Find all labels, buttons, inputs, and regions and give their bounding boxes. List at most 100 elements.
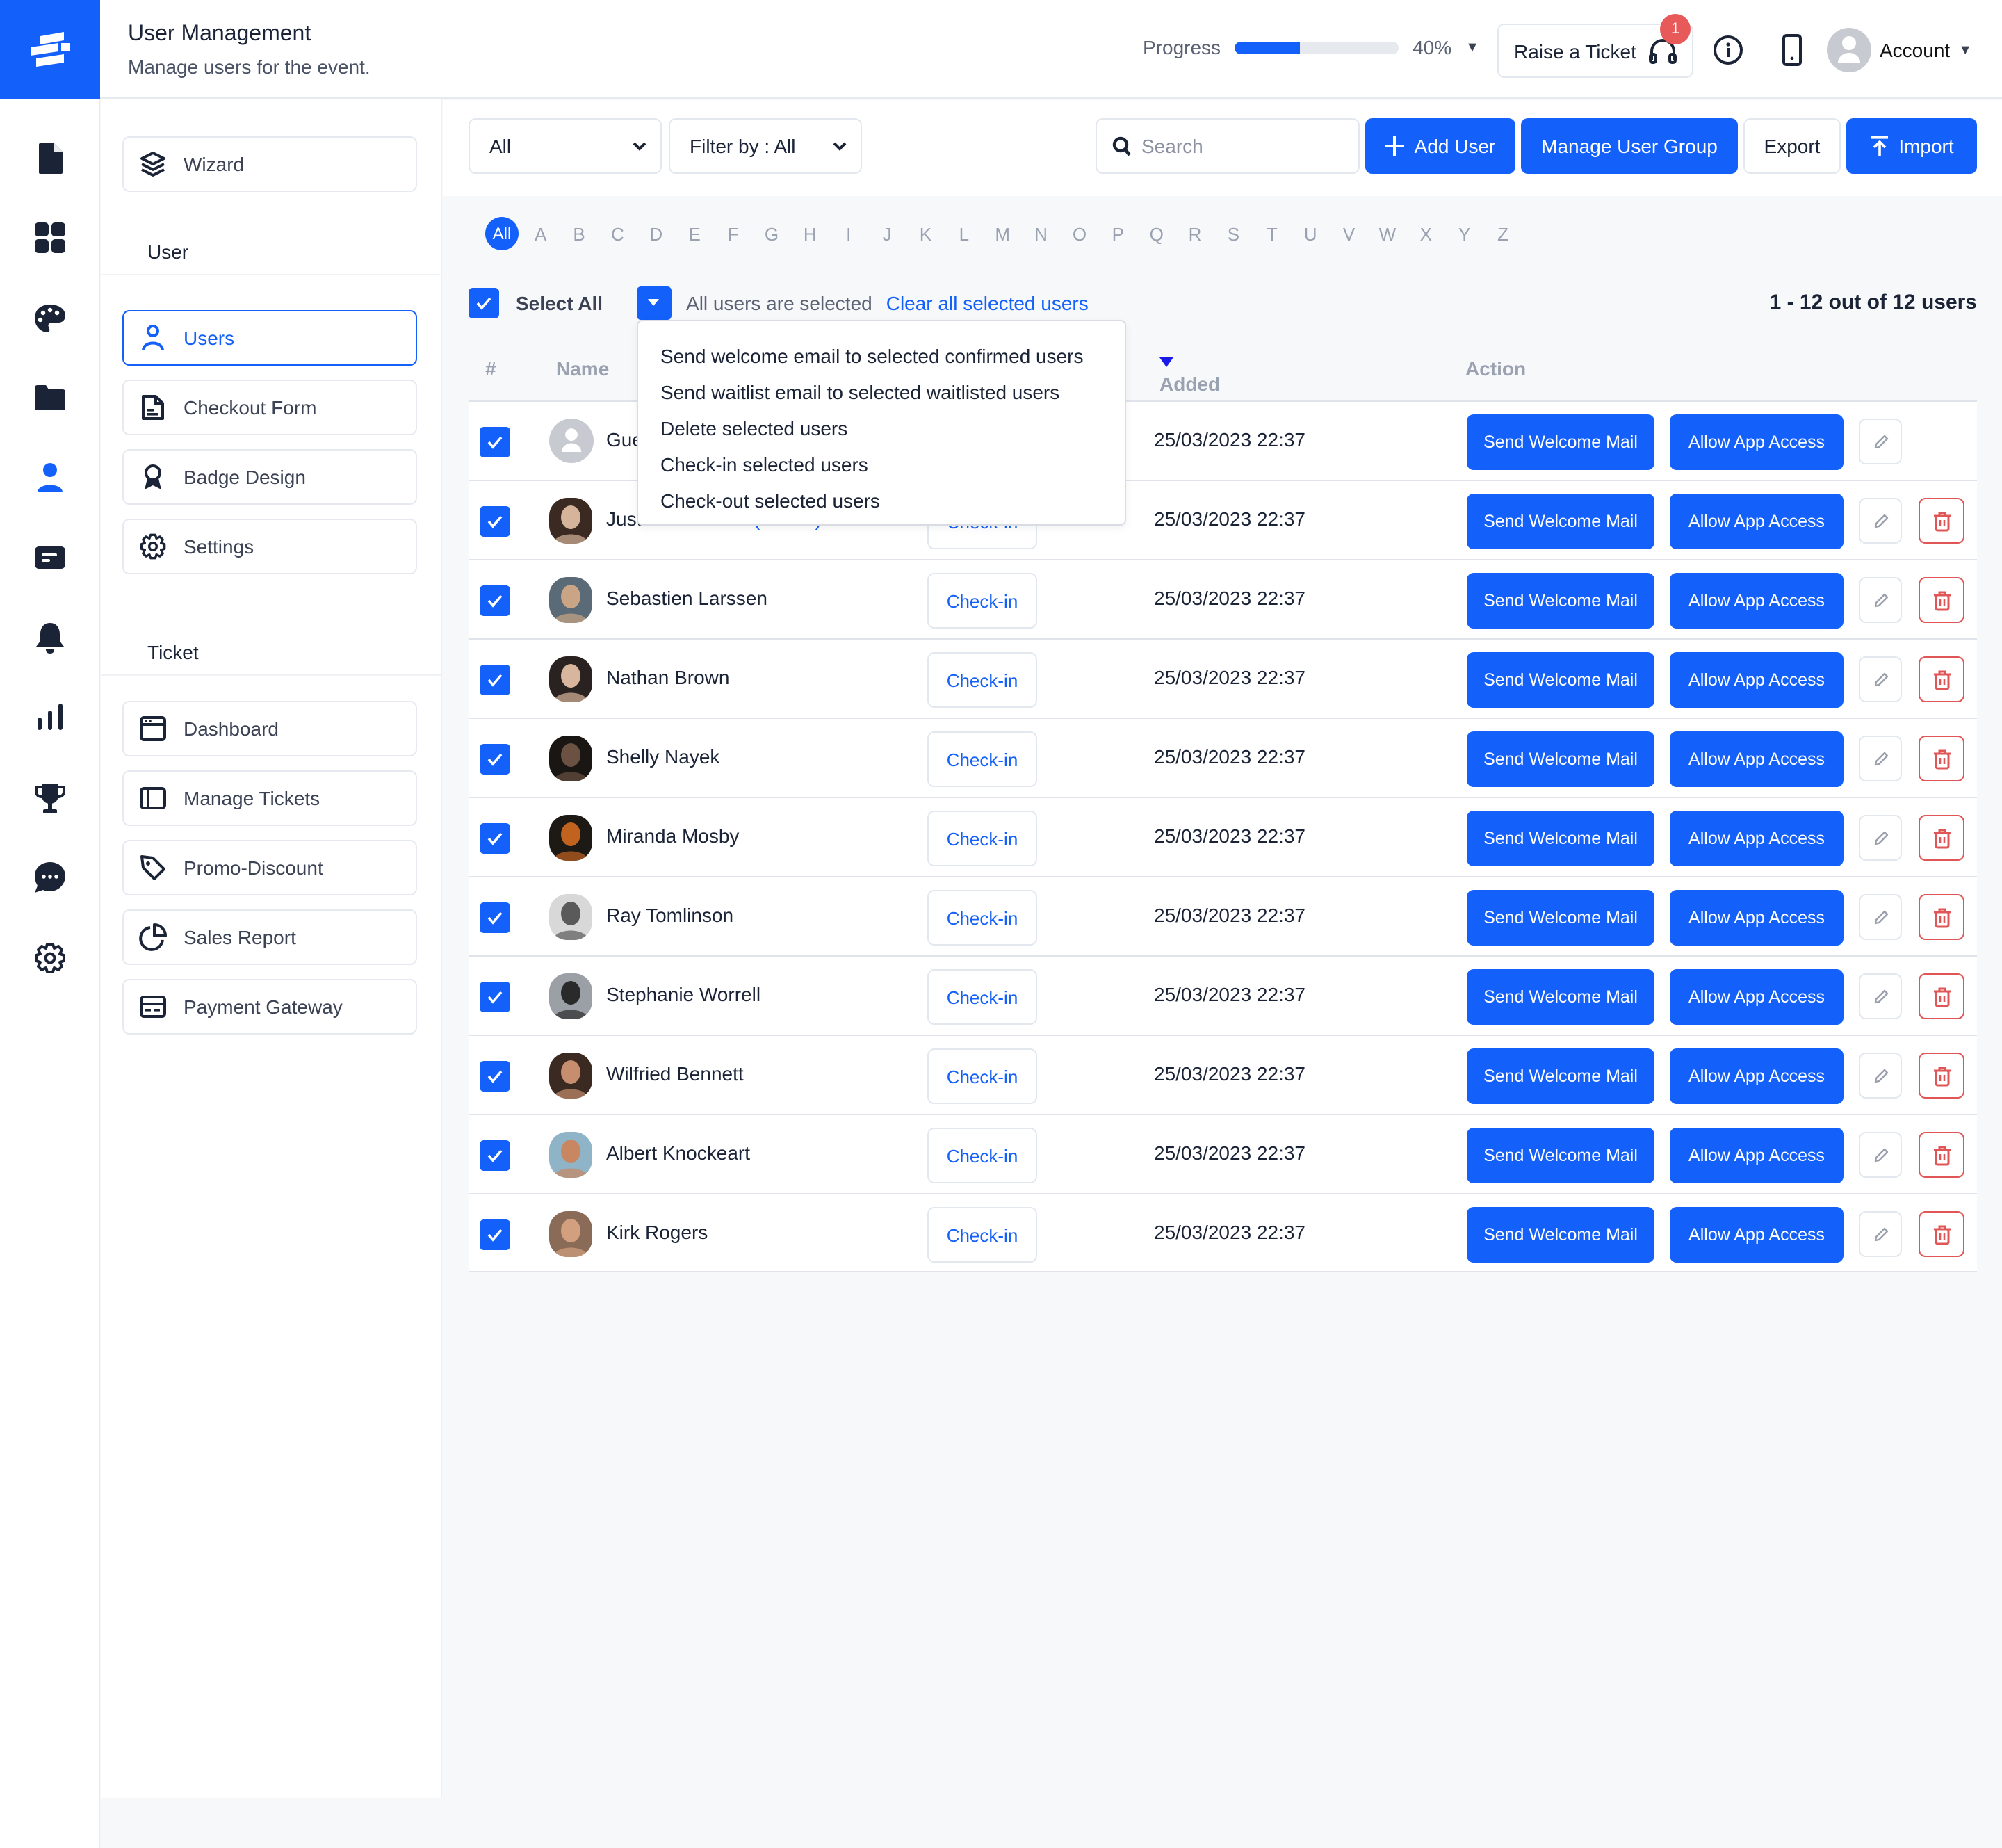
alpha-filter-letter[interactable]: G [752, 223, 790, 244]
alpha-filter-letter[interactable]: N [1022, 223, 1060, 244]
send-welcome-mail-button[interactable]: Send Welcome Mail [1467, 414, 1654, 470]
send-welcome-mail-button[interactable]: Send Welcome Mail [1467, 494, 1654, 549]
delete-button[interactable] [1919, 1053, 1964, 1099]
send-welcome-mail-button[interactable]: Send Welcome Mail [1467, 890, 1654, 946]
user-name[interactable]: Ray Tomlinson [606, 904, 733, 926]
allow-app-access-button[interactable]: Allow App Access [1670, 1207, 1844, 1263]
delete-button[interactable] [1919, 1132, 1964, 1178]
progress-indicator[interactable]: Progress 40% ▼ [1143, 36, 1479, 58]
mobile-icon[interactable] [1775, 33, 1809, 67]
send-welcome-mail-button[interactable]: Send Welcome Mail [1467, 969, 1654, 1025]
checkin-button[interactable]: Check-in [927, 969, 1037, 1025]
row-checkbox[interactable] [480, 665, 510, 695]
status-select[interactable]: All [469, 118, 662, 174]
send-welcome-mail-button[interactable]: Send Welcome Mail [1467, 1207, 1654, 1263]
alpha-filter-letter[interactable]: I [829, 223, 868, 244]
alpha-filter-letter[interactable]: H [791, 223, 829, 244]
row-checkbox[interactable] [480, 1219, 510, 1250]
sidebar-item-sales-report[interactable]: Sales Report [122, 909, 417, 965]
checkin-button[interactable]: Check-in [927, 652, 1037, 708]
delete-button[interactable] [1919, 973, 1964, 1019]
row-checkbox[interactable] [480, 902, 510, 933]
grid-icon[interactable] [33, 221, 67, 254]
alpha-filter-letter[interactable]: V [1330, 223, 1368, 244]
alpha-filter-letter[interactable]: U [1292, 223, 1330, 244]
sidebar-item-manage-tickets[interactable]: Manage Tickets [122, 770, 417, 826]
sidebar-item-dashboard[interactable]: Dashboard [122, 701, 417, 756]
add-user-button[interactable]: Add User [1365, 118, 1515, 174]
allow-app-access-button[interactable]: Allow App Access [1670, 811, 1844, 866]
edit-button[interactable] [1859, 419, 1902, 464]
bulk-menu-item[interactable]: Send waitlist email to selected waitlist… [638, 374, 1125, 410]
delete-button[interactable] [1919, 894, 1964, 940]
bell-icon[interactable] [33, 622, 67, 655]
user-name[interactable]: Kirk Rogers [606, 1221, 708, 1243]
gear-icon[interactable] [33, 941, 67, 975]
chat-icon[interactable] [33, 861, 67, 894]
alpha-filter-letter[interactable]: L [945, 223, 983, 244]
trophy-icon[interactable] [33, 781, 67, 815]
user-icon[interactable] [33, 462, 67, 495]
delete-button[interactable] [1919, 1211, 1964, 1257]
user-name[interactable]: Wilfried Bennett [606, 1062, 744, 1085]
filter-select[interactable]: Filter by : All [669, 118, 862, 174]
sidebar-item-settings[interactable]: Settings [122, 519, 417, 574]
column-header-added-on[interactable]: Added on [1159, 357, 1220, 417]
alpha-filter-letter[interactable]: Y [1445, 223, 1483, 244]
user-name[interactable]: Stephanie Worrell [606, 983, 760, 1005]
palette-icon[interactable] [33, 302, 67, 335]
row-checkbox[interactable] [480, 585, 510, 616]
sidebar-item-wizard[interactable]: Wizard [122, 136, 417, 192]
bulk-menu-item[interactable]: Check-in selected users [638, 446, 1125, 483]
send-welcome-mail-button[interactable]: Send Welcome Mail [1467, 652, 1654, 708]
bulk-actions-toggle[interactable] [636, 286, 672, 320]
sidebar-item-badge-design[interactable]: Badge Design [122, 449, 417, 505]
card-icon[interactable] [33, 541, 67, 574]
user-name[interactable]: Nathan Brown [606, 666, 729, 688]
row-checkbox[interactable] [480, 1061, 510, 1092]
edit-button[interactable] [1859, 894, 1902, 940]
sidebar-item-checkout-form[interactable]: Checkout Form [122, 380, 417, 435]
send-welcome-mail-button[interactable]: Send Welcome Mail [1467, 731, 1654, 787]
bulk-menu-item[interactable]: Check-out selected users [638, 483, 1125, 519]
alpha-filter-letter[interactable]: J [868, 223, 906, 244]
search-box[interactable] [1096, 118, 1360, 174]
user-name[interactable]: Miranda Mosby [606, 825, 739, 847]
sidebar-item-users[interactable]: Users [122, 310, 417, 366]
allow-app-access-button[interactable]: Allow App Access [1670, 731, 1844, 787]
row-checkbox[interactable] [480, 506, 510, 537]
bulk-menu-item[interactable]: Send welcome email to selected confirmed… [638, 338, 1125, 374]
allow-app-access-button[interactable]: Allow App Access [1670, 1048, 1844, 1104]
alpha-filter-letter[interactable]: S [1214, 223, 1253, 244]
delete-button[interactable] [1919, 736, 1964, 781]
checkin-button[interactable]: Check-in [927, 573, 1037, 629]
alpha-filter-letter[interactable]: M [984, 223, 1022, 244]
raise-ticket-button[interactable]: Raise a Ticket 1 [1497, 14, 1693, 78]
delete-button[interactable] [1919, 498, 1964, 544]
user-name[interactable]: Shelly Nayek [606, 745, 719, 768]
edit-button[interactable] [1859, 498, 1902, 544]
edit-button[interactable] [1859, 1211, 1902, 1257]
allow-app-access-button[interactable]: Allow App Access [1670, 890, 1844, 946]
alpha-filter-letter[interactable]: A [521, 223, 560, 244]
allow-app-access-button[interactable]: Allow App Access [1670, 414, 1844, 470]
import-button[interactable]: Import [1846, 118, 1977, 174]
bulk-menu-item[interactable]: Delete selected users [638, 410, 1125, 446]
row-checkbox[interactable] [480, 982, 510, 1012]
document-icon[interactable] [33, 142, 67, 175]
checkin-button[interactable]: Check-in [927, 811, 1037, 866]
export-button[interactable]: Export [1743, 118, 1841, 174]
info-icon[interactable] [1711, 33, 1745, 67]
send-welcome-mail-button[interactable]: Send Welcome Mail [1467, 1128, 1654, 1183]
send-welcome-mail-button[interactable]: Send Welcome Mail [1467, 811, 1654, 866]
edit-button[interactable] [1859, 1053, 1902, 1099]
send-welcome-mail-button[interactable]: Send Welcome Mail [1467, 573, 1654, 629]
user-name[interactable]: Sebastien Larssen [606, 587, 767, 609]
alpha-filter-letter[interactable]: D [637, 223, 675, 244]
allow-app-access-button[interactable]: Allow App Access [1670, 494, 1844, 549]
checkin-button[interactable]: Check-in [927, 1048, 1037, 1104]
alpha-filter-letter[interactable]: Z [1483, 223, 1522, 244]
delete-button[interactable] [1919, 577, 1964, 623]
edit-button[interactable] [1859, 1132, 1902, 1178]
delete-button[interactable] [1919, 815, 1964, 861]
